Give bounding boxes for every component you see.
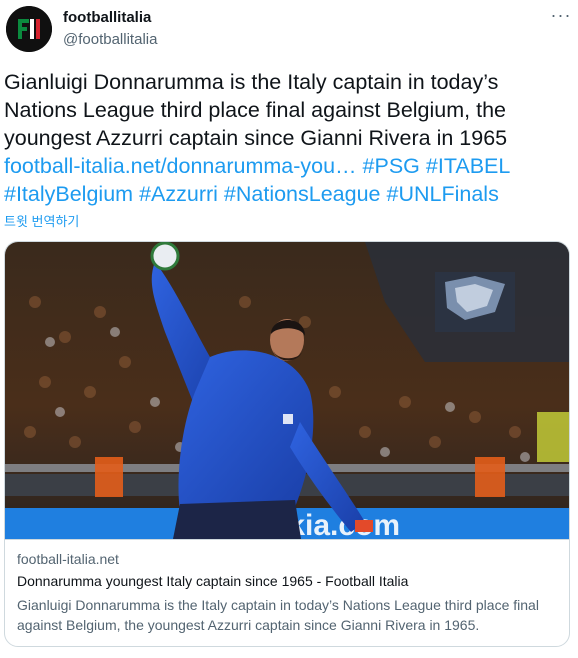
card-description: Gianluigi Donnarumma is the Italy captai… — [17, 597, 539, 633]
link-preview-card[interactable]: okia.com football-italia.net Donnarumma … — [4, 241, 570, 647]
tweet-text: Gianluigi Donnarumma is the Italy captai… — [4, 68, 572, 208]
translate-tweet-link[interactable]: 트윗 번역하기 — [4, 211, 79, 230]
tweet-header: footballitalia @footballitalia ··· — [0, 0, 578, 62]
hashtag-psg[interactable]: #PSG — [363, 154, 420, 178]
hashtag-itabel[interactable]: #ITABEL — [426, 154, 510, 178]
tweet-link[interactable]: football-italia.net/donnarumma-you… — [4, 154, 357, 178]
card-meta: football-italia.net Donnarumma youngest … — [5, 539, 569, 646]
account-handle[interactable]: @footballitalia — [63, 31, 157, 48]
goalkeeper-photo[interactable]: okia.com — [5, 242, 569, 539]
hashtag-azzurri[interactable]: #Azzurri — [139, 182, 218, 206]
account-name[interactable]: footballitalia — [63, 9, 151, 26]
hashtag-unlfinals[interactable]: #UNLFinals — [387, 182, 499, 206]
hashtag-nationsleague[interactable]: #NationsLeague — [224, 182, 381, 206]
more-options-icon[interactable]: ··· — [548, 4, 574, 30]
avatar[interactable] — [6, 6, 52, 52]
card-title[interactable]: Donnarumma youngest Italy captain since … — [17, 573, 408, 589]
tweet-body: Gianluigi Donnarumma is the Italy captai… — [4, 70, 508, 150]
hashtag-italybelgium[interactable]: #ItalyBelgium — [4, 182, 133, 206]
card-domain: football-italia.net — [17, 551, 119, 567]
footballitalia-logo-icon — [6, 6, 52, 52]
